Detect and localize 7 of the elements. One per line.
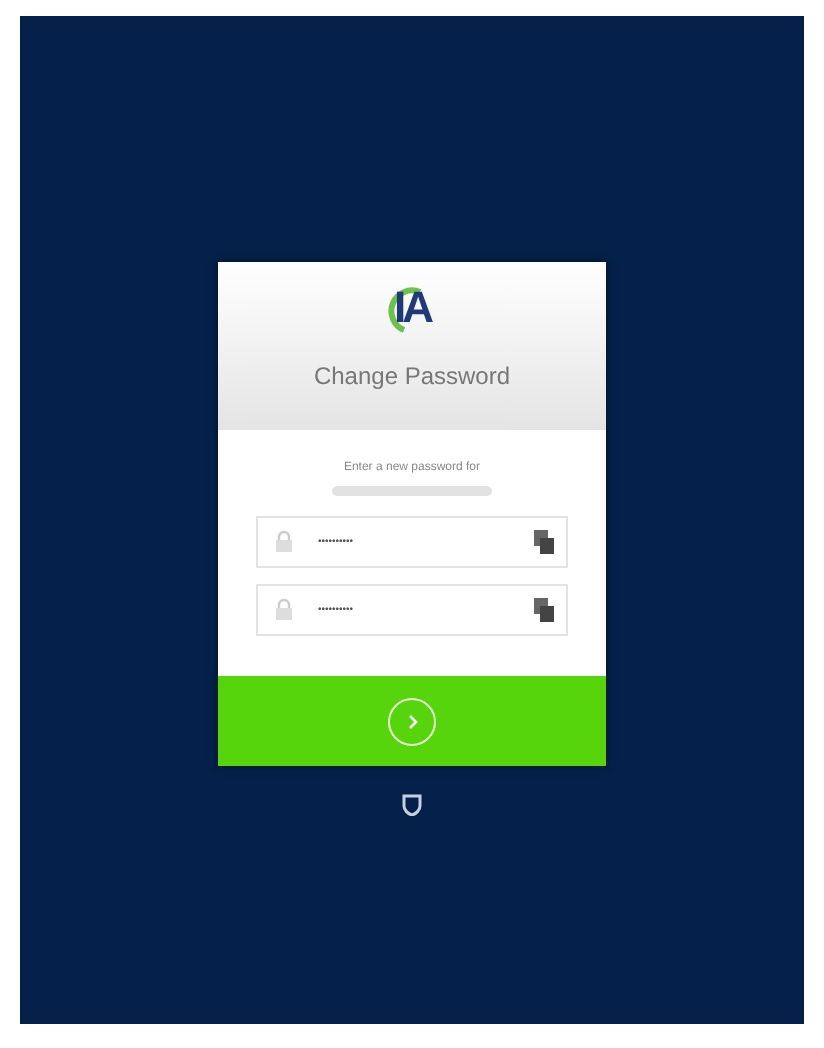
shield-icon (402, 794, 422, 816)
lock-icon (274, 530, 294, 554)
copy-icon[interactable] (534, 530, 554, 554)
page-title: Change Password (313, 362, 511, 390)
logo: IA (372, 282, 452, 350)
lock-icon (274, 598, 294, 622)
copy-icon[interactable] (534, 598, 554, 622)
